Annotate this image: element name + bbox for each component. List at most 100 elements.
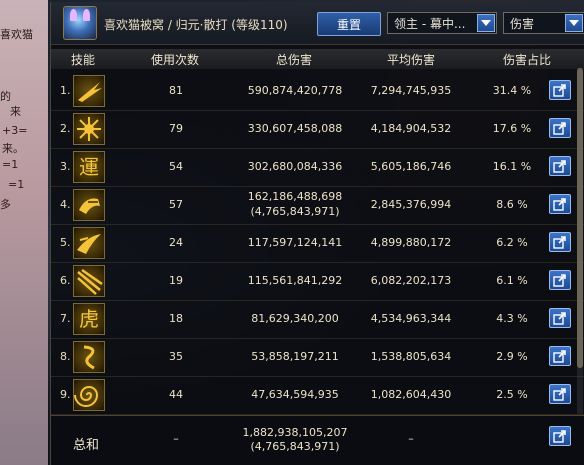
row-uses: 79 xyxy=(169,122,183,135)
share-icon xyxy=(553,122,566,135)
bg-text-fragment: 来。 xyxy=(2,142,24,155)
row-total-damage-sub: (4,765,843,971) xyxy=(250,205,340,218)
damage-stats-panel: 喜欢猫被窝 / 归元·散打 (等级110) 重置 领主 - 幕中... 伤害 技… xyxy=(50,2,584,465)
share-icon xyxy=(553,198,566,211)
skill-row: 8. 35 53,858,197,211 1,538,805,634 2.9 % xyxy=(51,338,584,377)
row-avg-damage: 1,082,604,430 xyxy=(370,388,452,401)
skill-row: 4. 57 162,186,488,698 (4,765,843,971) 2,845,… xyxy=(51,186,584,225)
row-uses: 57 xyxy=(169,198,183,211)
row-uses: 18 xyxy=(169,312,183,325)
row-avg-damage: 7,294,745,935 xyxy=(370,84,452,97)
bg-text-fragment: 喜欢猫 xyxy=(0,28,33,41)
row-uses: 19 xyxy=(169,274,183,287)
target-select[interactable]: 领主 - 幕中... xyxy=(387,12,497,34)
share-button[interactable] xyxy=(549,346,571,366)
bg-text-fragment: =1 xyxy=(2,158,19,171)
row-total-damage: 53,858,197,211 xyxy=(251,350,339,363)
row-rank: 7. xyxy=(60,312,71,325)
row-uses: 35 xyxy=(169,350,183,363)
column-header-total: 总伤害 xyxy=(235,49,354,69)
share-button[interactable] xyxy=(549,384,571,404)
share-icon xyxy=(553,312,566,325)
row-avg-damage: 4,899,880,172 xyxy=(370,236,452,249)
row-uses: 54 xyxy=(169,160,183,173)
share-icon xyxy=(553,430,566,443)
player-name-label: 喜欢猫被窝 / 归元·散打 (等级110) xyxy=(104,18,288,32)
share-button[interactable] xyxy=(549,308,571,328)
bg-text-fragment: +3= xyxy=(2,124,28,137)
share-button[interactable] xyxy=(549,232,571,252)
sunburst-icon xyxy=(73,113,105,145)
spiral-icon xyxy=(73,379,105,411)
share-icon xyxy=(553,274,566,287)
row-avg-damage: 6,082,202,173 xyxy=(370,274,452,287)
row-damage-pct: 6.1 % xyxy=(496,274,528,287)
row-damage-pct: 16.1 % xyxy=(492,160,532,173)
glyph-yun-icon: 運 xyxy=(73,151,105,183)
column-header-uses: 使用次数 xyxy=(115,49,236,69)
column-header-pct: 伤害占比 xyxy=(469,49,584,69)
summary-uses: – xyxy=(173,432,179,445)
row-total-damage: 115,561,841,292 xyxy=(247,274,343,287)
row-damage-pct: 4.3 % xyxy=(496,312,528,325)
row-damage-pct: 6.2 % xyxy=(496,236,528,249)
row-damage-pct: 8.6 % xyxy=(496,198,528,211)
bg-text-fragment: =1 xyxy=(8,178,25,191)
chevron-down-icon[interactable] xyxy=(477,14,495,32)
row-total-damage: 47,634,594,935 xyxy=(251,388,339,401)
punch-icon xyxy=(73,189,105,221)
share-button[interactable] xyxy=(549,118,571,138)
svg-text:虎: 虎 xyxy=(79,307,99,331)
swirl-icon xyxy=(73,341,105,373)
chevron-down-icon[interactable] xyxy=(565,14,583,32)
metric-select[interactable]: 伤害 xyxy=(503,12,584,34)
row-avg-damage: 4,534,963,344 xyxy=(370,312,452,325)
summary-label: 总和 xyxy=(73,438,100,453)
row-rank: 3. xyxy=(60,160,71,173)
row-uses: 24 xyxy=(169,236,183,249)
scrollbar-thumb[interactable] xyxy=(577,68,583,368)
share-button[interactable] xyxy=(549,80,571,100)
row-damage-pct: 2.9 % xyxy=(496,350,528,363)
summary-row: 总和 – 1,882,938,105,207 (4,765,843,971) – xyxy=(51,415,584,462)
share-button[interactable] xyxy=(549,426,571,446)
row-total-damage: 590,874,420,778 xyxy=(247,84,343,97)
row-total-damage: 330,607,458,088 xyxy=(247,122,343,135)
row-rank: 4. xyxy=(60,198,71,211)
column-header-skill: 技能 xyxy=(51,49,116,69)
row-rank: 6. xyxy=(60,274,71,287)
skill-row: 6. 19 115,561,841,292 6,082,202,173 6.1 % xyxy=(51,262,584,301)
summary-total-sub: (4,765,843,971) xyxy=(250,440,340,453)
side-character-panel xyxy=(0,0,48,465)
scrollbar[interactable] xyxy=(577,68,583,414)
skill-row: 7. 虎 18 81,629,340,200 4,534,963,344 4.3 % xyxy=(51,300,584,339)
row-rank: 5. xyxy=(60,236,71,249)
row-rank: 1. xyxy=(60,84,71,97)
bg-text-fragment: 多 xyxy=(0,198,11,211)
row-uses: 81 xyxy=(169,84,183,97)
panel-header: 喜欢猫被窝 / 归元·散打 (等级110) 重置 领主 - 幕中... 伤害 xyxy=(51,2,584,45)
share-icon xyxy=(553,84,566,97)
player-avatar xyxy=(63,6,97,40)
row-total-damage: 162,186,488,698 xyxy=(247,190,343,203)
row-total-damage: 81,629,340,200 xyxy=(251,312,339,325)
row-damage-pct: 31.4 % xyxy=(492,84,532,97)
share-icon xyxy=(553,236,566,249)
burst-icon xyxy=(73,75,105,107)
share-icon xyxy=(553,160,566,173)
summary-total: 1,882,938,105,207 xyxy=(242,426,348,439)
share-button[interactable] xyxy=(549,156,571,176)
glyph-hu-icon: 虎 xyxy=(73,303,105,335)
reset-button[interactable]: 重置 xyxy=(317,12,381,36)
row-rank: 9. xyxy=(60,388,71,401)
share-button[interactable] xyxy=(549,194,571,214)
skill-row: 5. 24 117,597,124,141 4,899,880,172 6.2 % xyxy=(51,224,584,263)
share-button[interactable] xyxy=(549,270,571,290)
bg-text-fragment: 的 xyxy=(0,90,11,103)
summary-avg: – xyxy=(408,432,414,445)
share-icon xyxy=(553,350,566,363)
row-avg-damage: 5,605,186,746 xyxy=(370,160,452,173)
metric-select-value: 伤害 xyxy=(510,16,535,31)
slash-icon xyxy=(73,265,105,297)
row-damage-pct: 2.5 % xyxy=(496,388,528,401)
